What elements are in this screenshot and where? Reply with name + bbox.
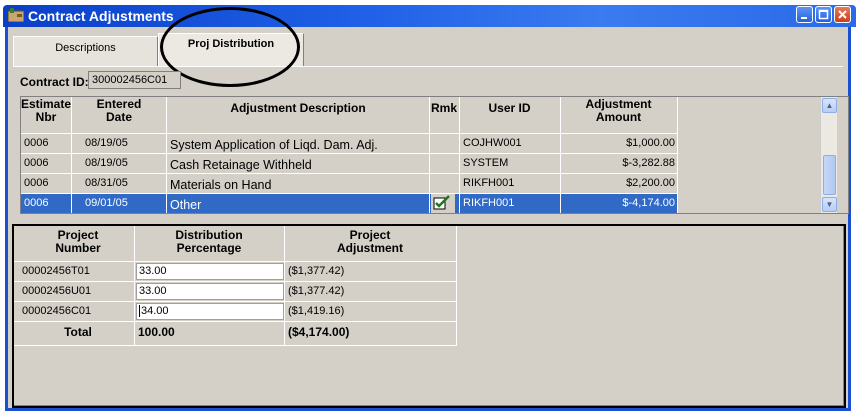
user-cell: RIKFH001 <box>463 177 515 189</box>
distribution-percentage-input[interactable]: 33.00 <box>136 263 284 280</box>
column-header-label: User ID <box>488 101 531 115</box>
date-cell: 08/19/05 <box>85 157 128 169</box>
estimate-cell: 0006 <box>24 177 49 189</box>
grid-line <box>166 97 167 213</box>
close-icon <box>838 10 847 19</box>
estimate-cell: 0006 <box>24 157 49 169</box>
column-header-project-adjustment: Project Adjustment <box>284 229 456 255</box>
amount-cell: $2,200.00 <box>626 177 675 189</box>
column-header-label: Project Number <box>55 228 101 255</box>
grid-line <box>21 153 677 154</box>
total-label: Total <box>64 325 92 339</box>
minimize-icon <box>801 17 807 19</box>
date-cell: 08/31/05 <box>85 177 128 189</box>
check-edit-icon[interactable] <box>431 194 455 213</box>
rmk-cell[interactable] <box>431 194 455 213</box>
project-adjustment-cell: ($1,377.42) <box>288 285 345 297</box>
column-header-label: Adjustment Amount <box>585 97 652 124</box>
project-number-cell: 00002456T01 <box>22 265 90 277</box>
grid-line <box>456 226 457 346</box>
minimize-button[interactable] <box>796 6 813 23</box>
column-header-distribution-percentage: Distribution Percentage <box>134 229 284 255</box>
scroll-up-button[interactable]: ▲ <box>822 98 837 113</box>
input-value: 34.00 <box>141 305 169 317</box>
contract-adjustments-window: Contract Adjustments Descriptions Proj D… <box>0 0 856 413</box>
estimate-cell: 0006 <box>24 197 49 209</box>
grid-line <box>21 193 677 194</box>
scroll-down-button[interactable]: ▼ <box>822 197 837 212</box>
column-header-label: Distribution Percentage <box>175 228 243 255</box>
description-cell: Other <box>170 198 202 212</box>
grid-line <box>21 133 677 134</box>
date-cell: 09/01/05 <box>85 197 128 209</box>
date-cell: 08/19/05 <box>85 137 128 149</box>
amount-cell: $-4,174.00 <box>622 197 675 209</box>
amount-cell: $1,000.00 <box>626 137 675 149</box>
scroll-thumb[interactable] <box>823 155 836 195</box>
tab-descriptions[interactable]: Descriptions <box>13 36 158 66</box>
app-icon <box>8 8 24 22</box>
close-button[interactable] <box>834 6 851 23</box>
column-header-entered-date[interactable]: Entered Date <box>72 98 166 124</box>
grid-line <box>14 321 456 322</box>
grid-line <box>677 97 678 213</box>
grid-line <box>284 226 285 346</box>
grid-line <box>429 97 430 213</box>
estimate-cell: 0006 <box>24 137 49 149</box>
table-row[interactable]: 0006 08/19/05 System Application of Liqd… <box>21 134 677 153</box>
column-header-amount[interactable]: Adjustment Amount <box>560 98 677 124</box>
table-row-selected[interactable]: 0006 09/01/05 Other RIKFH001 $-4,174.00 <box>21 194 677 213</box>
column-header-label: Rmk <box>430 101 457 115</box>
grid-line <box>14 345 456 346</box>
chevron-down-icon: ▼ <box>825 200 834 209</box>
distribution-percentage-input[interactable]: 33.00 <box>136 283 284 300</box>
column-header-rmk[interactable]: Rmk <box>429 102 459 115</box>
contract-id-field: 300002456C01 <box>88 71 181 89</box>
maximize-button[interactable] <box>815 6 832 23</box>
amount-cell: $-3,282.88 <box>622 157 675 169</box>
total-percentage: 100.00 <box>138 325 175 339</box>
project-adjustment-cell: ($1,419.16) <box>288 305 345 317</box>
grid-line <box>21 173 677 174</box>
project-adjustment-cell: ($1,377.42) <box>288 265 345 277</box>
grid-line <box>560 97 561 213</box>
annotation-circle <box>160 7 300 87</box>
user-cell: COJHW001 <box>463 137 522 149</box>
window-title: Contract Adjustments <box>28 8 174 24</box>
project-number-cell: 00002456U01 <box>22 285 92 297</box>
column-header-user-id[interactable]: User ID <box>459 102 560 115</box>
contract-id-label: Contract ID: <box>20 75 89 89</box>
tab-label: Descriptions <box>55 42 116 54</box>
column-header-label: Estimate Nbr <box>21 97 72 124</box>
grid-line <box>134 226 135 346</box>
column-header-estimate[interactable]: Estimate Nbr <box>21 98 71 124</box>
column-header-label: Project Adjustment <box>337 228 403 255</box>
text-cursor <box>139 305 140 318</box>
user-cell: RIKFH001 <box>463 197 515 209</box>
column-header-label: Entered Date <box>96 97 142 124</box>
chevron-up-icon: ▲ <box>825 101 834 110</box>
column-header-label: Adjustment Description <box>230 101 366 115</box>
total-adjustment: ($4,174.00) <box>288 325 350 339</box>
user-cell: SYSTEM <box>463 157 509 169</box>
distribution-percentage-input-focused[interactable]: 34.00 <box>136 303 284 320</box>
tab-divider <box>13 66 843 67</box>
table-row[interactable]: 0006 08/31/05 Materials on Hand RIKFH001… <box>21 174 677 193</box>
table-row[interactable]: 0006 08/19/05 Cash Retainage Withheld SY… <box>21 154 677 173</box>
project-number-cell: 00002456C01 <box>22 305 92 317</box>
maximize-icon <box>818 9 829 20</box>
column-header-project-number: Project Number <box>22 229 134 255</box>
grid-line <box>459 97 460 213</box>
column-header-description[interactable]: Adjustment Description <box>167 102 429 115</box>
grid-line <box>71 97 72 213</box>
